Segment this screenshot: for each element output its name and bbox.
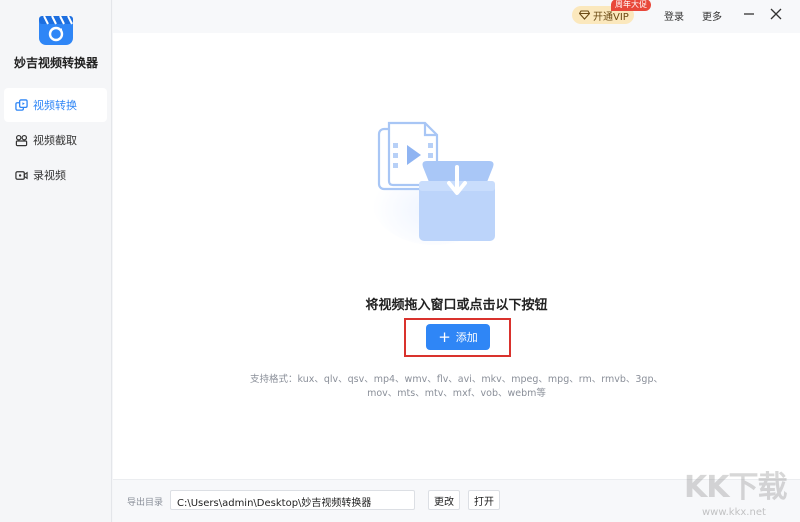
record-video-icon (15, 170, 28, 180)
output-path-field[interactable]: C:\Users\admin\Desktop\妙吉视频转换器 (170, 490, 415, 510)
formats-line-1: 支持格式：kux、qlv、qsv、mp4、wmv、flv、avi、mkv、mpe… (249, 374, 663, 385)
change-dir-button[interactable]: 更改 (428, 490, 460, 510)
sidebar-item-record-video[interactable]: 录视频 (4, 158, 107, 192)
title-bar: 开通VIP 周年大促 登录 更多 (113, 0, 800, 33)
supported-formats: 支持格式：kux、qlv、qsv、mp4、wmv、flv、avi、mkv、mpe… (213, 373, 700, 401)
output-dir-label: 导出目录 (127, 498, 164, 508)
login-link[interactable]: 登录 (664, 8, 684, 23)
close-icon[interactable] (769, 7, 783, 21)
watermark-url: www.kkx.net (702, 507, 766, 518)
main-panel: 开通VIP 周年大促 登录 更多 将视频拖入窗口或点击以下按钮 + 添加 支持格… (113, 0, 800, 522)
video-clip-icon (15, 134, 28, 146)
video-convert-icon (15, 98, 28, 111)
add-button-label: 添加 (455, 331, 478, 344)
more-menu[interactable]: 更多 (702, 8, 722, 23)
sidebar-item-label: 录视频 (33, 169, 66, 182)
sidebar: 妙吉视频转换器 视频转换 视频截取 录视频 (0, 0, 112, 522)
sidebar-item-label: 视频转换 (33, 99, 77, 112)
add-button[interactable]: + 添加 (426, 324, 490, 350)
minimize-icon[interactable] (742, 7, 756, 21)
drop-video-illustration-icon (372, 121, 496, 245)
watermark: KK下载 www.kkx.net (684, 462, 796, 520)
sidebar-item-video-convert[interactable]: 视频转换 (4, 88, 107, 122)
app-logo-icon (39, 15, 73, 45)
drop-zone[interactable]: 将视频拖入窗口或点击以下按钮 + 添加 支持格式：kux、qlv、qsv、mp4… (113, 33, 800, 479)
sidebar-item-label: 视频截取 (33, 134, 77, 147)
plus-icon: + (438, 327, 451, 346)
vip-promo-badge: 周年大促 (611, 0, 651, 11)
sidebar-item-video-clip[interactable]: 视频截取 (4, 123, 107, 157)
open-dir-button[interactable]: 打开 (468, 490, 500, 510)
formats-line-2: mov、mts、mtv、mxf、vob、webm等 (367, 388, 546, 399)
drop-instruction: 将视频拖入窗口或点击以下按钮 (365, 298, 548, 313)
sidebar-nav: 视频转换 视频截取 录视频 (4, 88, 107, 193)
watermark-text: KK下载 (684, 470, 787, 505)
diamond-icon (579, 10, 590, 20)
app-title: 妙吉视频转换器 (13, 56, 98, 70)
